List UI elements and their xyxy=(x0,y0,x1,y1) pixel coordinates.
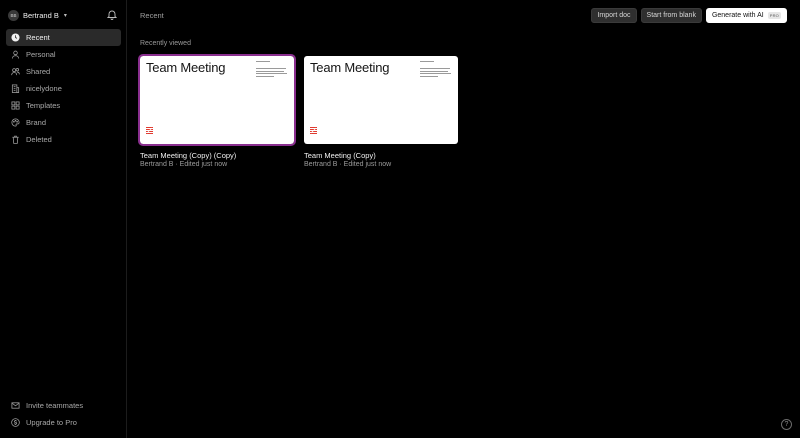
section-title: Recently viewed xyxy=(140,40,191,47)
doc-meta: Bertrand B · Edited just now xyxy=(140,161,228,168)
palette-icon xyxy=(10,118,20,128)
sidebar-item-recent[interactable]: Recent xyxy=(6,29,121,46)
thumbnail-title: Team Meeting xyxy=(310,60,390,75)
grid-icon xyxy=(10,101,20,111)
dollar-icon xyxy=(10,418,20,428)
sidebar-nav: Recent Personal Shared nicelydone Templa… xyxy=(6,29,121,148)
start-from-blank-button[interactable]: Start from blank xyxy=(640,8,702,23)
header-actions: Import doc Start from blank Generate wit… xyxy=(591,8,787,23)
sidebar-item-label: Shared xyxy=(26,67,51,76)
brand-logo-icon xyxy=(146,127,153,134)
doc-title[interactable]: Team Meeting (Copy) (Copy) xyxy=(140,151,294,160)
brand-logo-icon xyxy=(310,127,317,134)
sidebar-item-deleted[interactable]: Deleted xyxy=(6,131,121,148)
sidebar-item-label: Templates xyxy=(26,101,61,110)
sidebar: BB Bertrand B ▾ Recent Personal Shared n… xyxy=(0,0,127,438)
users-icon xyxy=(10,67,20,77)
thumbnail-date-line xyxy=(420,61,434,62)
sidebar-item-personal[interactable]: Personal xyxy=(6,46,121,63)
building-icon xyxy=(10,84,20,94)
sidebar-item-label: Personal xyxy=(26,50,56,59)
invite-teammates-button[interactable]: Invite teammates xyxy=(6,397,121,414)
help-icon[interactable]: ? xyxy=(781,419,792,430)
doc-thumbnail[interactable]: Team Meeting xyxy=(138,54,296,146)
recent-docs-list: Team Meeting Team Meeting (Copy) (Copy) … xyxy=(138,54,458,168)
bell-icon[interactable] xyxy=(107,9,117,20)
doc-meta: Bertrand B · Edited just now xyxy=(304,161,392,168)
sidebar-item-nicelydone[interactable]: nicelydone xyxy=(6,80,121,97)
sidebar-item-label: Brand xyxy=(26,118,47,127)
doc-thumbnail[interactable]: Team Meeting xyxy=(304,56,458,144)
sidebar-item-label: Invite teammates xyxy=(26,401,84,410)
sidebar-item-label: Recent xyxy=(26,33,50,42)
import-doc-button[interactable]: Import doc xyxy=(591,8,637,23)
sidebar-item-label: Upgrade to Pro xyxy=(26,418,77,427)
generate-with-ai-button[interactable]: Generate with AI PRO xyxy=(705,8,787,23)
doc-card[interactable]: Team Meeting Team Meeting (Copy) (Copy) … xyxy=(138,54,296,168)
sidebar-item-templates[interactable]: Templates xyxy=(6,97,121,114)
thumbnail-text-lines xyxy=(420,68,452,78)
sidebar-item-shared[interactable]: Shared xyxy=(6,63,121,80)
trash-icon xyxy=(10,135,20,145)
thumbnail-title: Team Meeting xyxy=(146,60,226,75)
thumbnail-text-lines xyxy=(256,68,288,78)
clock-icon xyxy=(10,33,20,43)
doc-card[interactable]: Team Meeting Team Meeting (Copy) Bertran… xyxy=(304,56,458,168)
pro-badge: PRO xyxy=(767,12,781,19)
mail-icon xyxy=(10,401,20,411)
thumbnail-date-line xyxy=(256,61,270,62)
sidebar-item-brand[interactable]: Brand xyxy=(6,114,121,131)
avatar: BB xyxy=(8,9,19,21)
upgrade-to-pro-button[interactable]: Upgrade to Pro xyxy=(6,414,121,431)
sidebar-bottom-nav: Invite teammates Upgrade to Pro xyxy=(6,397,121,431)
doc-title[interactable]: Team Meeting (Copy) xyxy=(304,151,458,160)
main-content: Recent Import doc Start from blank Gener… xyxy=(128,0,800,438)
breadcrumb: Recent xyxy=(140,11,164,20)
generate-with-ai-label: Generate with AI xyxy=(711,12,764,19)
user-menu[interactable]: BB Bertrand B ▾ xyxy=(8,8,67,22)
user-name: Bertrand B xyxy=(23,10,59,20)
chevron-down-icon: ▾ xyxy=(63,12,67,19)
sidebar-item-label: nicelydone xyxy=(26,84,62,93)
sidebar-item-label: Deleted xyxy=(26,135,52,144)
user-icon xyxy=(10,50,20,60)
